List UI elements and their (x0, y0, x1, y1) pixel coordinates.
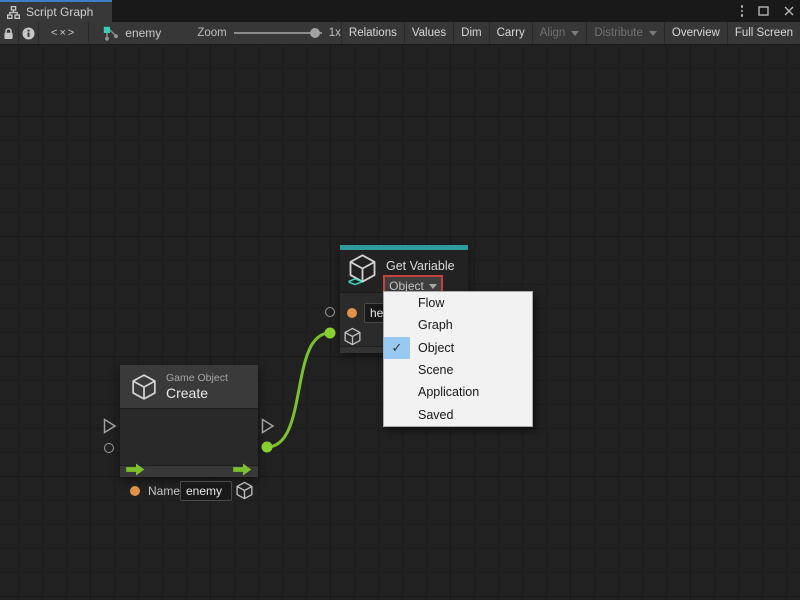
game-object-output-cube-icon[interactable] (235, 481, 254, 500)
menu-item-graph[interactable]: Graph (384, 314, 532, 336)
code-brackets-icon: <> (348, 274, 361, 289)
graph-name-label: enemy (125, 26, 161, 40)
menu-item-scene[interactable]: Scene (384, 359, 532, 381)
menu-item-application[interactable]: Application (384, 381, 532, 403)
window-controls (741, 0, 795, 22)
distribute-button: Distribute (586, 22, 664, 44)
node-title: Create (166, 385, 228, 401)
maximize-icon[interactable] (758, 6, 769, 16)
zoom-slider-handle[interactable] (310, 28, 320, 38)
variable-name-port[interactable] (325, 307, 335, 317)
toolbar-buttons: Relations Values Dim Carry Align Distrib… (341, 22, 800, 44)
flow-input-port[interactable] (103, 418, 117, 434)
graph-node-icon (103, 26, 119, 41)
graph-canvas[interactable]: Game Object Create Name (0, 45, 800, 600)
info-icon (22, 27, 35, 40)
values-button[interactable]: Values (404, 22, 453, 44)
chevron-down-icon (571, 31, 579, 36)
cube-icon (130, 373, 158, 401)
flow-output-port[interactable] (261, 418, 275, 434)
zoom-slider-track (234, 32, 322, 34)
chevron-down-icon (649, 31, 657, 36)
value-input-port[interactable] (104, 443, 114, 453)
zoom-control: Zoom 1x (197, 22, 341, 44)
lock-button[interactable] (0, 22, 19, 44)
menu-item-object[interactable]: ✓ Object (384, 337, 532, 359)
string-port-dot[interactable] (347, 308, 357, 318)
string-port-dot[interactable] (130, 486, 140, 496)
carry-button[interactable]: Carry (489, 22, 532, 44)
node-body: Name (120, 408, 258, 465)
wire-source-dot (262, 442, 273, 453)
name-value-field[interactable] (180, 481, 232, 501)
node-category: Game Object (166, 372, 228, 385)
align-button: Align (532, 22, 587, 44)
flow-out-arrow-icon[interactable] (233, 463, 252, 476)
tab-script-graph[interactable]: Script Graph (0, 0, 112, 22)
tab-bar: Script Graph (0, 0, 800, 22)
object-port-cube-icon[interactable] (343, 327, 362, 346)
flow-in-arrow-icon[interactable] (126, 463, 145, 476)
menu-item-saved[interactable]: Saved (384, 404, 532, 426)
node-header[interactable]: <> Get Variable Object (340, 250, 468, 292)
zoom-label: Zoom (197, 27, 226, 39)
tab-title: Script Graph (26, 5, 93, 19)
node-header[interactable]: Game Object Create (120, 365, 258, 408)
node-game-object-create[interactable]: Game Object Create Name (120, 365, 258, 477)
variable-kind-menu: Flow Graph ✓ Object Scene Application Sa… (383, 291, 533, 427)
dim-button[interactable]: Dim (453, 22, 488, 44)
zoom-slider[interactable] (234, 27, 322, 39)
node-title: Get Variable (386, 259, 455, 273)
graph-toolbar: <×> enemy Zoom 1x Relations Values Dim C… (0, 22, 800, 45)
info-button[interactable] (19, 22, 39, 44)
name-port-label: Name (148, 484, 180, 498)
script-graph-window: { "window": { "tab_title": "Script Graph… (0, 0, 800, 600)
menu-item-flow[interactable]: Flow (384, 292, 532, 314)
overview-button[interactable]: Overview (664, 22, 727, 44)
close-icon[interactable] (784, 6, 794, 16)
lock-icon (3, 27, 14, 40)
relations-button[interactable]: Relations (341, 22, 404, 44)
chevron-down-icon (429, 284, 437, 289)
window-menu-icon[interactable] (741, 5, 744, 17)
code-view-button[interactable]: <×> (39, 22, 89, 44)
wire-target-dot (325, 328, 336, 339)
fullscreen-button[interactable]: Full Screen (727, 22, 800, 44)
checkmark-icon: ✓ (384, 337, 410, 359)
code-angle-icon: <×> (51, 27, 76, 39)
graph-breadcrumb[interactable]: enemy (89, 22, 171, 44)
zoom-value: 1x (329, 27, 341, 39)
graph-hierarchy-icon (7, 6, 20, 19)
